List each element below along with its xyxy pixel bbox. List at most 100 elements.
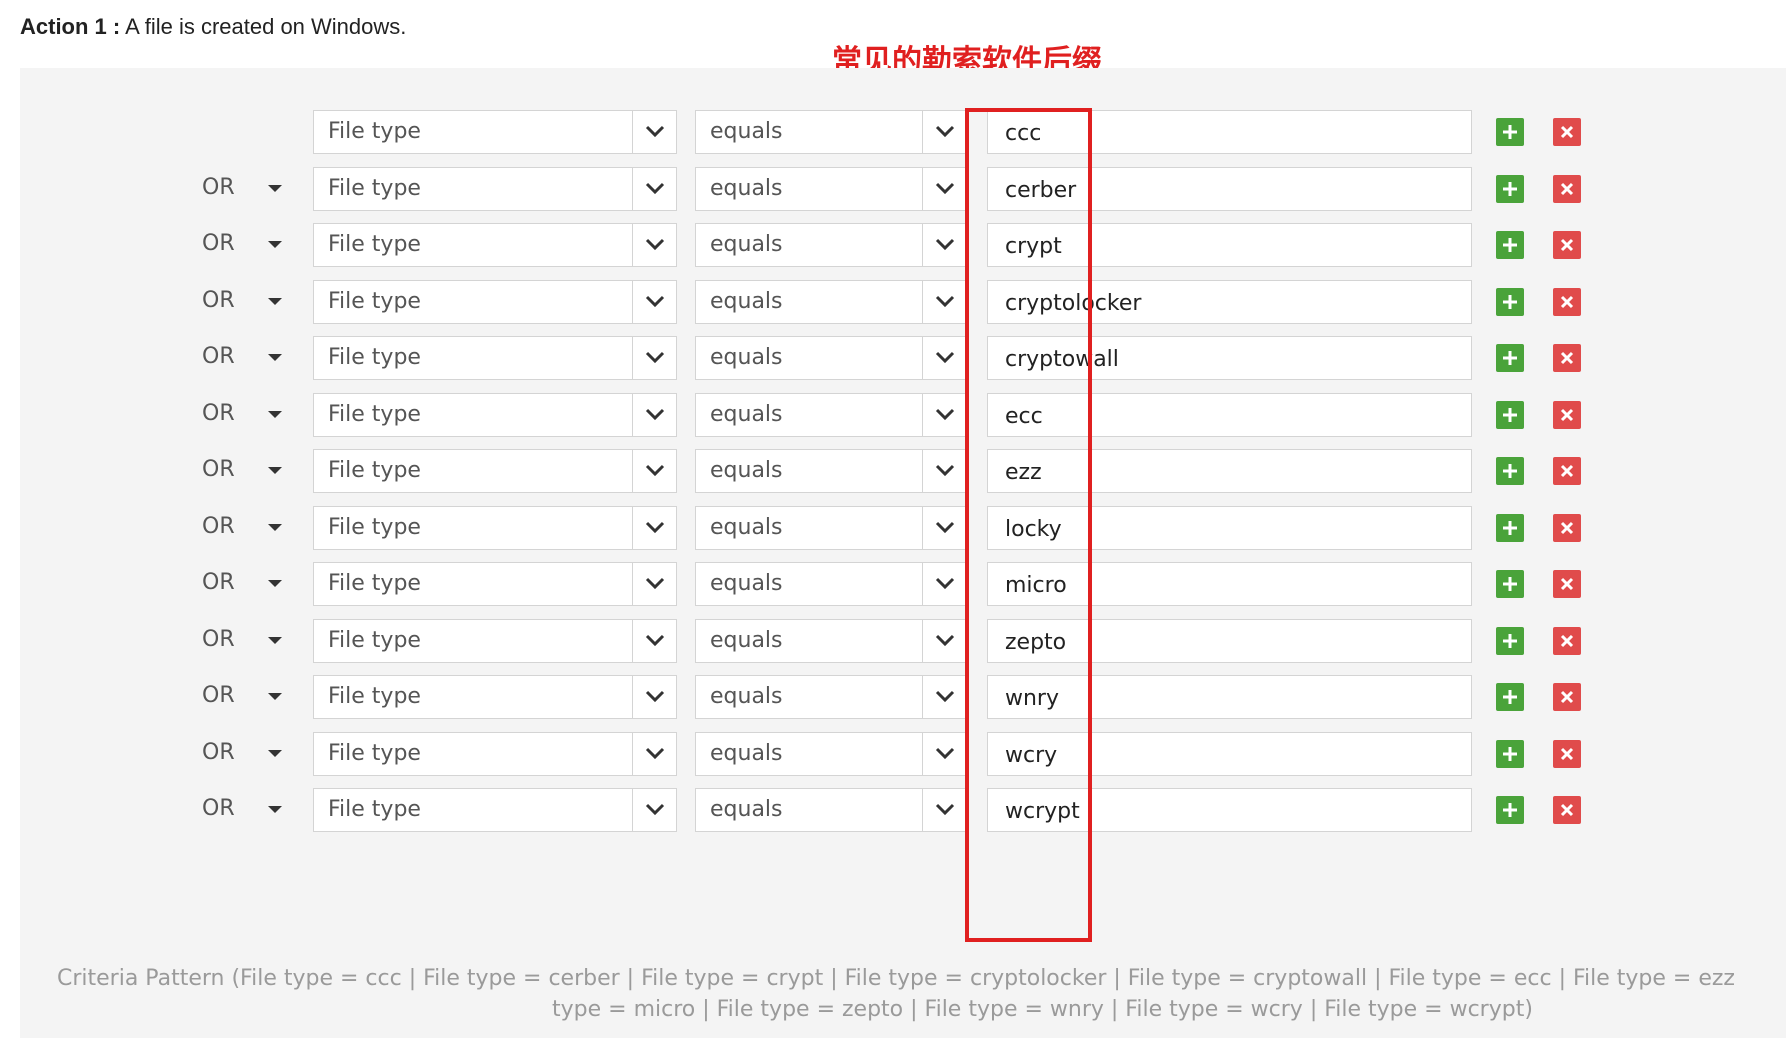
delete-row-button[interactable] — [1553, 344, 1581, 372]
value-input[interactable]: wcry — [987, 731, 1472, 776]
operator-select[interactable]: equals — [695, 336, 967, 380]
value-input[interactable]: wcrypt — [987, 788, 1472, 832]
value-input[interactable]: ecc — [987, 392, 1472, 437]
delete-row-button[interactable] — [1553, 457, 1581, 485]
delete-row-button[interactable] — [1553, 513, 1581, 542]
connector-dropdown-icon[interactable] — [268, 241, 282, 248]
field-select[interactable]: File type — [313, 336, 677, 380]
delete-row-button[interactable] — [1553, 626, 1581, 655]
chevron-down-icon[interactable] — [922, 450, 966, 492]
field-select[interactable]: File type — [313, 223, 677, 267]
operator-select[interactable]: equals — [695, 392, 967, 437]
chevron-down-icon[interactable] — [922, 732, 966, 775]
field-select[interactable]: File type — [313, 279, 677, 324]
field-select[interactable]: File type — [313, 505, 677, 550]
field-select[interactable]: File type — [313, 788, 677, 832]
field-select[interactable]: File type — [313, 110, 677, 154]
connector-dropdown-icon[interactable] — [268, 693, 282, 700]
add-row-button[interactable] — [1496, 796, 1524, 824]
chevron-down-icon[interactable] — [632, 506, 676, 549]
chevron-down-icon[interactable] — [922, 393, 966, 436]
add-row-button[interactable] — [1496, 231, 1524, 259]
operator-select[interactable]: equals — [695, 110, 967, 154]
chevron-down-icon[interactable] — [922, 506, 966, 549]
value-input[interactable]: ezz — [987, 449, 1472, 493]
chevron-down-icon[interactable] — [632, 111, 676, 153]
value-input[interactable]: crypt — [987, 223, 1472, 267]
value-input[interactable]: locky — [987, 505, 1472, 550]
chevron-down-icon[interactable] — [632, 789, 676, 831]
add-row-button[interactable] — [1496, 174, 1524, 203]
value-input[interactable]: wnry — [987, 675, 1472, 719]
chevron-down-icon[interactable] — [922, 337, 966, 379]
value-input[interactable]: cryptolocker — [987, 279, 1472, 324]
chevron-down-icon[interactable] — [922, 224, 966, 266]
value-input[interactable]: ccc — [987, 110, 1472, 154]
operator-select[interactable]: equals — [695, 279, 967, 324]
operator-select[interactable]: equals — [695, 166, 967, 211]
add-row-button[interactable] — [1496, 683, 1524, 711]
add-row-button[interactable] — [1496, 626, 1524, 655]
connector-dropdown-icon[interactable] — [268, 749, 282, 757]
operator-select[interactable]: equals — [695, 223, 967, 267]
field-select[interactable]: File type — [313, 449, 677, 493]
delete-row-button[interactable] — [1553, 739, 1581, 768]
add-row-button[interactable] — [1496, 570, 1524, 598]
delete-row-button[interactable] — [1553, 683, 1581, 711]
connector-dropdown-icon[interactable] — [268, 297, 282, 305]
operator-select[interactable]: equals — [695, 731, 967, 776]
operator-select[interactable]: equals — [695, 505, 967, 550]
value-input[interactable]: cryptowall — [987, 336, 1472, 380]
connector-dropdown-icon[interactable] — [268, 410, 282, 418]
chevron-down-icon[interactable] — [632, 337, 676, 379]
operator-select[interactable]: equals — [695, 675, 967, 719]
connector-dropdown-icon[interactable] — [268, 354, 282, 361]
field-select[interactable]: File type — [313, 618, 677, 663]
delete-row-button[interactable] — [1553, 570, 1581, 598]
connector-dropdown-icon[interactable] — [268, 184, 282, 192]
connector-dropdown-icon[interactable] — [268, 467, 282, 474]
operator-select[interactable]: equals — [695, 618, 967, 663]
delete-row-button[interactable] — [1553, 400, 1581, 429]
field-select[interactable]: File type — [313, 675, 677, 719]
add-row-button[interactable] — [1496, 513, 1524, 542]
chevron-down-icon[interactable] — [632, 676, 676, 718]
operator-select[interactable]: equals — [695, 562, 967, 606]
field-select[interactable]: File type — [313, 392, 677, 437]
connector-dropdown-icon[interactable] — [268, 806, 282, 813]
value-input[interactable]: micro — [987, 562, 1472, 606]
add-row-button[interactable] — [1496, 739, 1524, 768]
field-select[interactable]: File type — [313, 562, 677, 606]
add-row-button[interactable] — [1496, 400, 1524, 429]
delete-row-button[interactable] — [1553, 287, 1581, 316]
connector-dropdown-icon[interactable] — [268, 636, 282, 644]
operator-select[interactable]: equals — [695, 449, 967, 493]
chevron-down-icon[interactable] — [922, 563, 966, 605]
chevron-down-icon[interactable] — [632, 280, 676, 323]
value-input[interactable]: zepto — [987, 618, 1472, 663]
chevron-down-icon[interactable] — [922, 789, 966, 831]
delete-row-button[interactable] — [1553, 231, 1581, 259]
chevron-down-icon[interactable] — [922, 280, 966, 323]
chevron-down-icon[interactable] — [632, 732, 676, 775]
delete-row-button[interactable] — [1553, 174, 1581, 203]
chevron-down-icon[interactable] — [632, 563, 676, 605]
add-row-button[interactable] — [1496, 457, 1524, 485]
chevron-down-icon[interactable] — [632, 224, 676, 266]
chevron-down-icon[interactable] — [632, 450, 676, 492]
delete-row-button[interactable] — [1553, 796, 1581, 824]
connector-dropdown-icon[interactable] — [268, 580, 282, 587]
chevron-down-icon[interactable] — [632, 393, 676, 436]
connector-dropdown-icon[interactable] — [268, 523, 282, 531]
chevron-down-icon[interactable] — [922, 111, 966, 153]
field-select[interactable]: File type — [313, 166, 677, 211]
chevron-down-icon[interactable] — [632, 167, 676, 210]
chevron-down-icon[interactable] — [922, 619, 966, 662]
field-select[interactable]: File type — [313, 731, 677, 776]
add-row-button[interactable] — [1496, 118, 1524, 146]
chevron-down-icon[interactable] — [632, 619, 676, 662]
add-row-button[interactable] — [1496, 287, 1524, 316]
operator-select[interactable]: equals — [695, 788, 967, 832]
delete-row-button[interactable] — [1553, 118, 1581, 146]
chevron-down-icon[interactable] — [922, 167, 966, 210]
